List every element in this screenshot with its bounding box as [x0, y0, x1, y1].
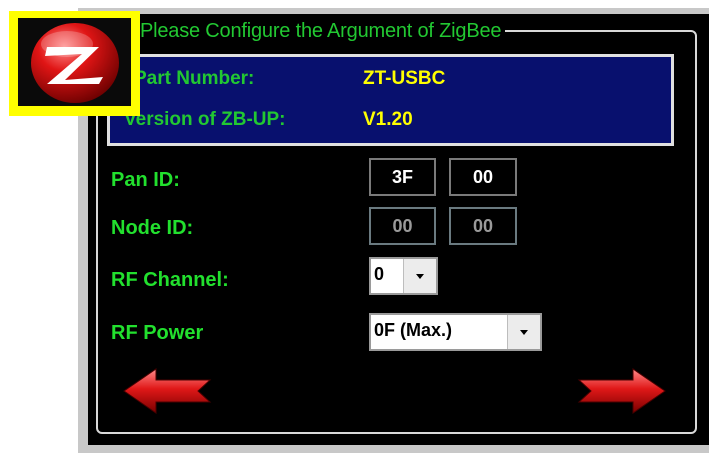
rf-channel-select[interactable]: 0	[369, 257, 438, 295]
pan-id-low-input[interactable]: 00	[449, 158, 517, 196]
pan-id-high-input[interactable]: 3F	[369, 158, 436, 196]
chevron-down-icon	[520, 329, 528, 335]
red-arrow-right-icon[interactable]	[575, 365, 667, 417]
red-arrow-left-icon[interactable]	[122, 365, 214, 417]
node-id-low-input[interactable]: 00	[449, 207, 517, 245]
rf-channel-value: 0	[374, 264, 385, 284]
pan-id-label: Pan ID:	[111, 169, 180, 191]
zigbee-logo-icon	[31, 23, 119, 103]
rf-channel-dropdown-button[interactable]	[403, 259, 436, 293]
part-number-label: Part Number:	[134, 68, 255, 89]
version-label: Version of ZB-UP:	[124, 109, 286, 130]
group-title: Please Configure the Argument of ZigBee	[136, 19, 506, 43]
chevron-down-icon	[416, 273, 424, 279]
node-id-label: Node ID:	[111, 217, 194, 239]
rf-power-dropdown-button[interactable]	[507, 315, 540, 349]
rf-power-select[interactable]: 0F (Max.)	[369, 313, 542, 351]
device-info-box: Part Number: ZT-USBC Version of ZB-UP: V…	[107, 54, 674, 146]
rf-power-value: 0F (Max.)	[374, 320, 453, 340]
rf-power-label: RF Power	[111, 322, 204, 344]
node-id-high-input[interactable]: 00	[369, 207, 436, 245]
version-value: V1.20	[363, 109, 413, 130]
rf-channel-label: RF Channel:	[111, 269, 229, 291]
part-number-value: ZT-USBC	[363, 68, 446, 89]
